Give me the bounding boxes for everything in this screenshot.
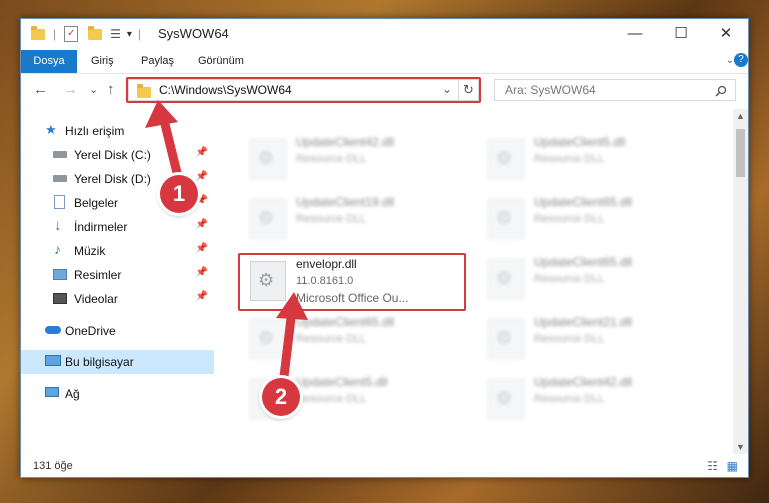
callout-2: 2 [262, 378, 300, 416]
arrow-2-head [276, 292, 308, 320]
arrow-2 [278, 305, 297, 390]
arrow-1-head [145, 100, 178, 128]
callout-1: 1 [160, 175, 198, 213]
tutorial-arrows [145, 100, 308, 390]
